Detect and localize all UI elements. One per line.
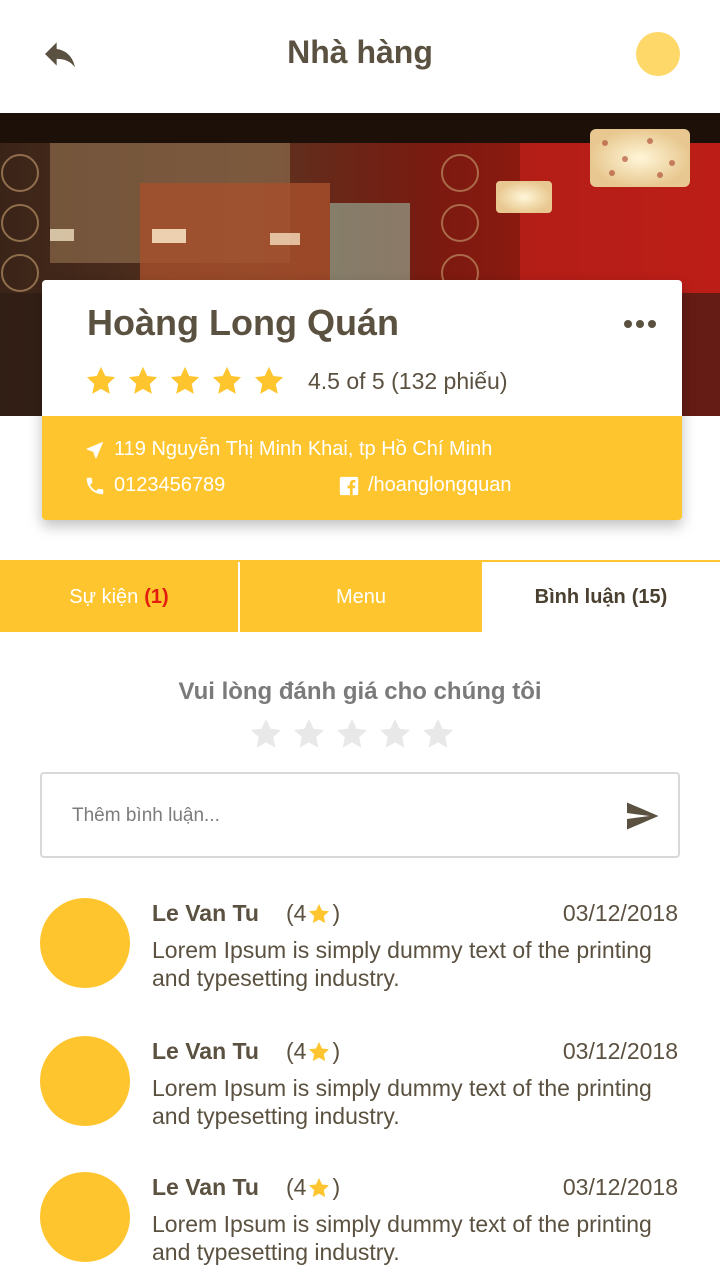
navigation-arrow-icon (86, 441, 104, 458)
star-outline-icon[interactable] (334, 716, 370, 752)
tab-comments-count: (15) (631, 585, 668, 608)
review-item: Le Van Tu (4 ) 03/12/2018 Lorem Ipsum is… (40, 1172, 680, 1280)
avatar[interactable] (40, 1036, 130, 1126)
tab-menu[interactable]: Menu (240, 562, 482, 632)
page-title: Nhà hàng (287, 34, 433, 70)
review-score-close: ) (332, 1174, 341, 1200)
address-text: 119 Nguyễn Thị Minh Khai, tp Hồ Chí Minh (114, 438, 493, 460)
review-score-value: (4 (286, 900, 307, 926)
star-icon (309, 1041, 330, 1061)
facebook-text: /hoanglongquan (368, 474, 512, 496)
avatar[interactable] (636, 32, 680, 76)
star-icon (86, 366, 116, 394)
facebook-icon (339, 476, 359, 495)
phone-row[interactable]: 0123456789 (84, 474, 225, 497)
review-score: (4 ) (286, 1038, 340, 1065)
avatar[interactable] (40, 1172, 130, 1262)
tab-bar: Sự kiện (1) Menu Bình luận (15) (0, 560, 720, 632)
phone-icon (86, 477, 104, 494)
send-button[interactable] (624, 798, 660, 834)
comment-input[interactable] (72, 796, 612, 836)
rate-prompt: Vui lòng đánh giá cho chúng tôi (178, 678, 542, 705)
tab-comments-label: Bình luận (534, 585, 626, 608)
more-options-button[interactable] (622, 314, 658, 334)
tab-events-label: Sự kiện (69, 585, 139, 608)
facebook-row[interactable]: /hoanglongquan (338, 474, 511, 497)
review-score-value: (4 (286, 1038, 307, 1064)
rate-star-picker (248, 716, 456, 752)
address-row[interactable]: 119 Nguyễn Thị Minh Khai, tp Hồ Chí Minh (84, 438, 492, 461)
tab-comments[interactable]: Bình luận (15) (482, 562, 720, 632)
star-icon (170, 366, 200, 394)
tab-events[interactable]: Sự kiện (1) (0, 562, 240, 632)
star-outline-icon[interactable] (377, 716, 413, 752)
star-icon (309, 903, 330, 923)
star-outline-icon[interactable] (248, 716, 284, 752)
star-icon (128, 366, 158, 394)
star-outline-icon[interactable] (420, 716, 456, 752)
restaurant-name: Hoàng Long Quán (87, 302, 399, 343)
review-date: 03/12/2018 (562, 1174, 678, 1200)
more-horizontal-icon (624, 320, 656, 328)
reviewer-name: Le Van Tu (152, 900, 259, 926)
tab-menu-label: Menu (335, 585, 387, 608)
review-text: Lorem Ipsum is simply dummy text of the … (152, 937, 652, 991)
reviewer-name: Le Van Tu (152, 1038, 259, 1064)
send-icon (627, 802, 659, 830)
avatar[interactable] (40, 898, 130, 988)
star-icon (212, 366, 242, 394)
review-text: Lorem Ipsum is simply dummy text of the … (152, 1211, 652, 1265)
review-date: 03/12/2018 (562, 900, 678, 926)
review-item: Le Van Tu (4 ) 03/12/2018 Lorem Ipsum is… (40, 898, 680, 1018)
reviewer-name: Le Van Tu (152, 1174, 259, 1200)
review-text: Lorem Ipsum is simply dummy text of the … (152, 1075, 652, 1129)
review-score-value: (4 (286, 1174, 307, 1200)
review-score: (4 ) (286, 1174, 340, 1201)
app-header: Nhà hàng (0, 0, 720, 113)
restaurant-info-card: Hoàng Long Quán 4.5 of 5 (132 phiếu) 119… (42, 280, 682, 520)
review-item: Le Van Tu (4 ) 03/12/2018 Lorem Ipsum is… (40, 1036, 680, 1156)
comment-box (40, 772, 680, 858)
rating-summary: 4.5 of 5 (132 phiếu) (308, 368, 508, 394)
review-score: (4 ) (286, 900, 340, 927)
review-score-close: ) (332, 1038, 341, 1064)
review-date: 03/12/2018 (562, 1038, 678, 1064)
star-outline-icon[interactable] (291, 716, 327, 752)
star-icon (309, 1177, 330, 1197)
review-score-close: ) (332, 900, 341, 926)
tab-events-count: (1) (144, 585, 169, 608)
star-icon (254, 366, 284, 394)
phone-text: 0123456789 (114, 474, 226, 496)
rating-stars (84, 364, 286, 398)
